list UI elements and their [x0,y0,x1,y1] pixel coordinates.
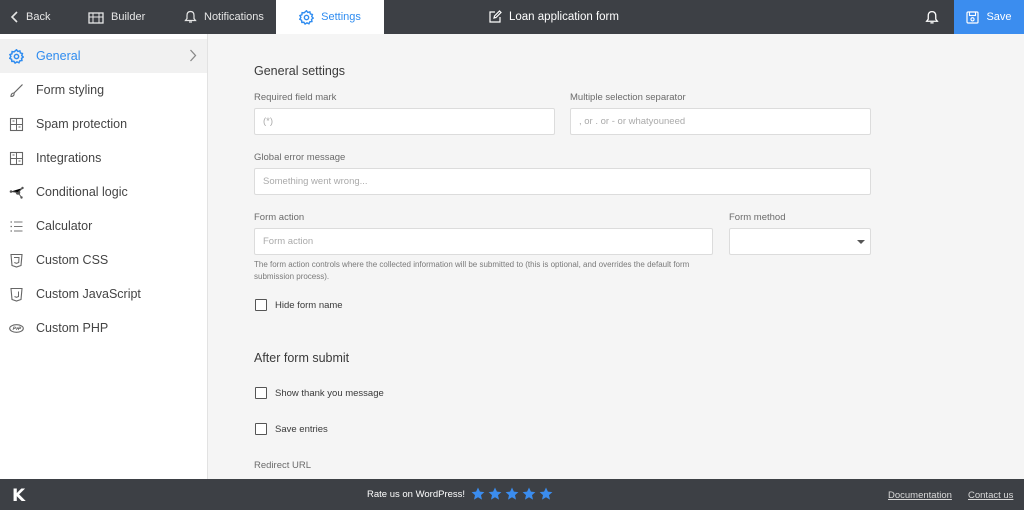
star-icon[interactable] [522,487,536,501]
general-settings-heading: General settings [254,64,346,78]
hide-form-name-label: Hide form name [275,299,343,311]
required-field-mark-label: Required field mark [254,92,337,103]
after-form-submit-heading: After form submit [254,351,350,365]
rating-stars[interactable] [471,487,553,501]
sidebar-item-general[interactable]: General [0,39,207,73]
tab-notifications[interactable]: Notifications [184,0,264,34]
sidebar-item-custom-javascript[interactable]: Custom JavaScript [0,277,207,311]
chevron-left-icon [10,11,18,23]
settings-content: General settings Required field mark Mul… [208,34,1024,479]
star-icon[interactable] [539,487,553,501]
star-icon[interactable] [505,487,519,501]
form-method-select[interactable] [729,228,871,255]
sidebar-item-conditional-logic[interactable]: Conditional logic [0,175,207,209]
tab-settings-label: Settings [321,11,361,23]
checkbox-box[interactable] [255,423,267,435]
edit-icon [489,10,502,23]
sidebar-item-label: Integrations [36,151,102,165]
form-action-input[interactable] [254,228,713,255]
sidebar-item-calculator[interactable]: Calculator [0,209,207,243]
brush-icon [10,84,23,98]
save-label: Save [986,11,1012,23]
list-icon [10,221,23,232]
builder-icon [88,11,104,24]
tab-notifications-label: Notifications [204,11,264,23]
checkbox-box[interactable] [255,299,267,311]
bell-icon [184,10,197,23]
css-icon [10,253,23,268]
tab-builder-label: Builder [111,11,146,23]
redirect-url-label: Redirect URL [254,460,312,471]
form-title-label: Loan application form [509,11,619,23]
checkbox-box[interactable] [255,387,267,399]
sidebar-item-custom-css[interactable]: Custom CSS [0,243,207,277]
form-action-help-text: The form action controls where the colle… [254,260,690,281]
form-method-label: Form method [729,212,786,223]
global-error-message-input[interactable] [254,168,871,195]
required-field-mark-input[interactable] [254,108,555,135]
bell-icon [925,10,939,23]
save-entries-label: Save entries [275,423,328,435]
show-thank-you-label: Show thank you message [275,387,384,399]
sidebar-item-integrations[interactable]: Integrations [0,141,207,175]
grid-icon [9,151,24,166]
documentation-link[interactable]: Documentation [888,490,952,501]
tab-settings[interactable]: Settings [276,0,384,34]
sidebar-item-label: Calculator [36,219,93,233]
back-button[interactable]: Back [10,0,50,34]
save-button[interactable]: Save [954,0,1024,34]
top-bar: Back Builder Notifications Settings Loan… [0,0,1024,34]
global-error-message-label: Global error message [254,152,346,163]
multiple-selection-separator-label: Multiple selection separator [570,92,686,103]
back-label: Back [26,11,51,23]
settings-sidebar: General Form styling Spam protection Int… [0,34,208,479]
sidebar-item-label: Custom JavaScript [36,287,141,301]
chevron-right-icon [190,49,197,62]
gear-icon [9,49,24,64]
hide-form-name-checkbox[interactable]: Hide form name [255,299,343,311]
footer-bar: K Rate us on WordPress! Documentation Co… [0,479,1024,510]
gear-icon [299,9,315,25]
tab-builder[interactable]: Builder [88,0,145,34]
sidebar-item-custom-php[interactable]: Custom PHP [0,311,207,345]
show-thank-you-checkbox[interactable]: Show thank you message [255,387,384,399]
star-icon[interactable] [488,487,502,501]
nodes-icon [9,186,24,199]
sidebar-item-label: Conditional logic [36,185,128,199]
form-action-label: Form action [254,212,305,223]
php-icon [9,324,24,333]
sidebar-item-label: Custom CSS [36,253,109,267]
form-title[interactable]: Loan application form [488,0,619,34]
sidebar-item-spam-protection[interactable]: Spam protection [0,107,207,141]
rate-us-text[interactable]: Rate us on WordPress! [367,489,465,500]
logo[interactable]: K [12,486,25,506]
sidebar-item-label: Form styling [36,83,105,97]
star-icon[interactable] [471,487,485,501]
notifications-bell-button[interactable] [925,0,939,34]
sidebar-item-label: Custom PHP [36,321,109,335]
save-icon [966,10,980,24]
sidebar-item-label: Spam protection [36,117,128,131]
sidebar-item-form-styling[interactable]: Form styling [0,73,207,107]
sidebar-item-label: General [36,49,81,63]
js-icon [10,287,23,302]
save-entries-checkbox[interactable]: Save entries [255,423,328,435]
caret-down-icon [857,240,865,244]
multiple-selection-separator-input[interactable] [570,108,871,135]
contact-us-link[interactable]: Contact us [968,490,1013,501]
grid-icon [9,117,24,132]
